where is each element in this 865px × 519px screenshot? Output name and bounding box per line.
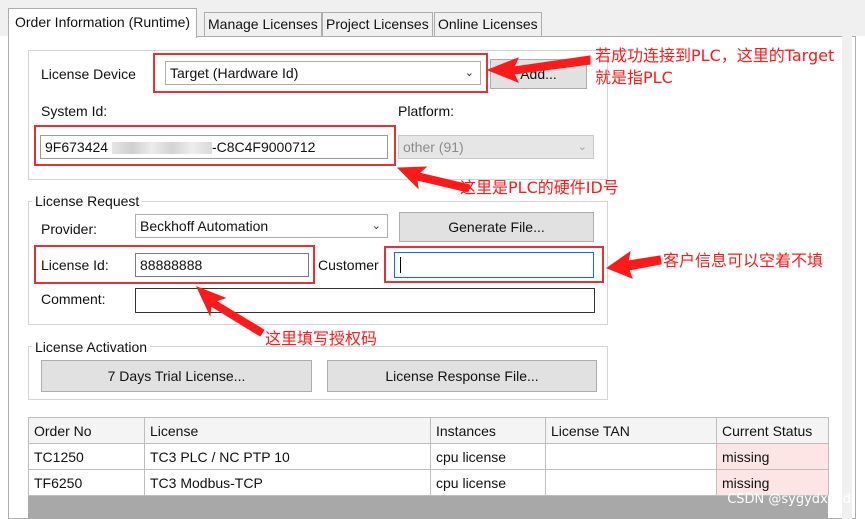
arrow-to-device	[486, 55, 591, 83]
arrow-to-customer	[605, 250, 662, 279]
annotation-system-id: 这里是PLC的硬件ID号	[460, 178, 619, 197]
annotation-customer: 客户信息可以空着不填	[663, 251, 824, 270]
annotation-device-line1: 若成功连接到PLC，这里的Target	[595, 46, 835, 65]
annotation-license-id: 这里填写授权码	[265, 329, 378, 348]
arrow-to-license-id	[196, 286, 265, 337]
tab-order-information[interactable]: Order Information (Runtime)	[8, 8, 198, 38]
annotation-device-line2: 就是指PLC	[595, 68, 673, 87]
